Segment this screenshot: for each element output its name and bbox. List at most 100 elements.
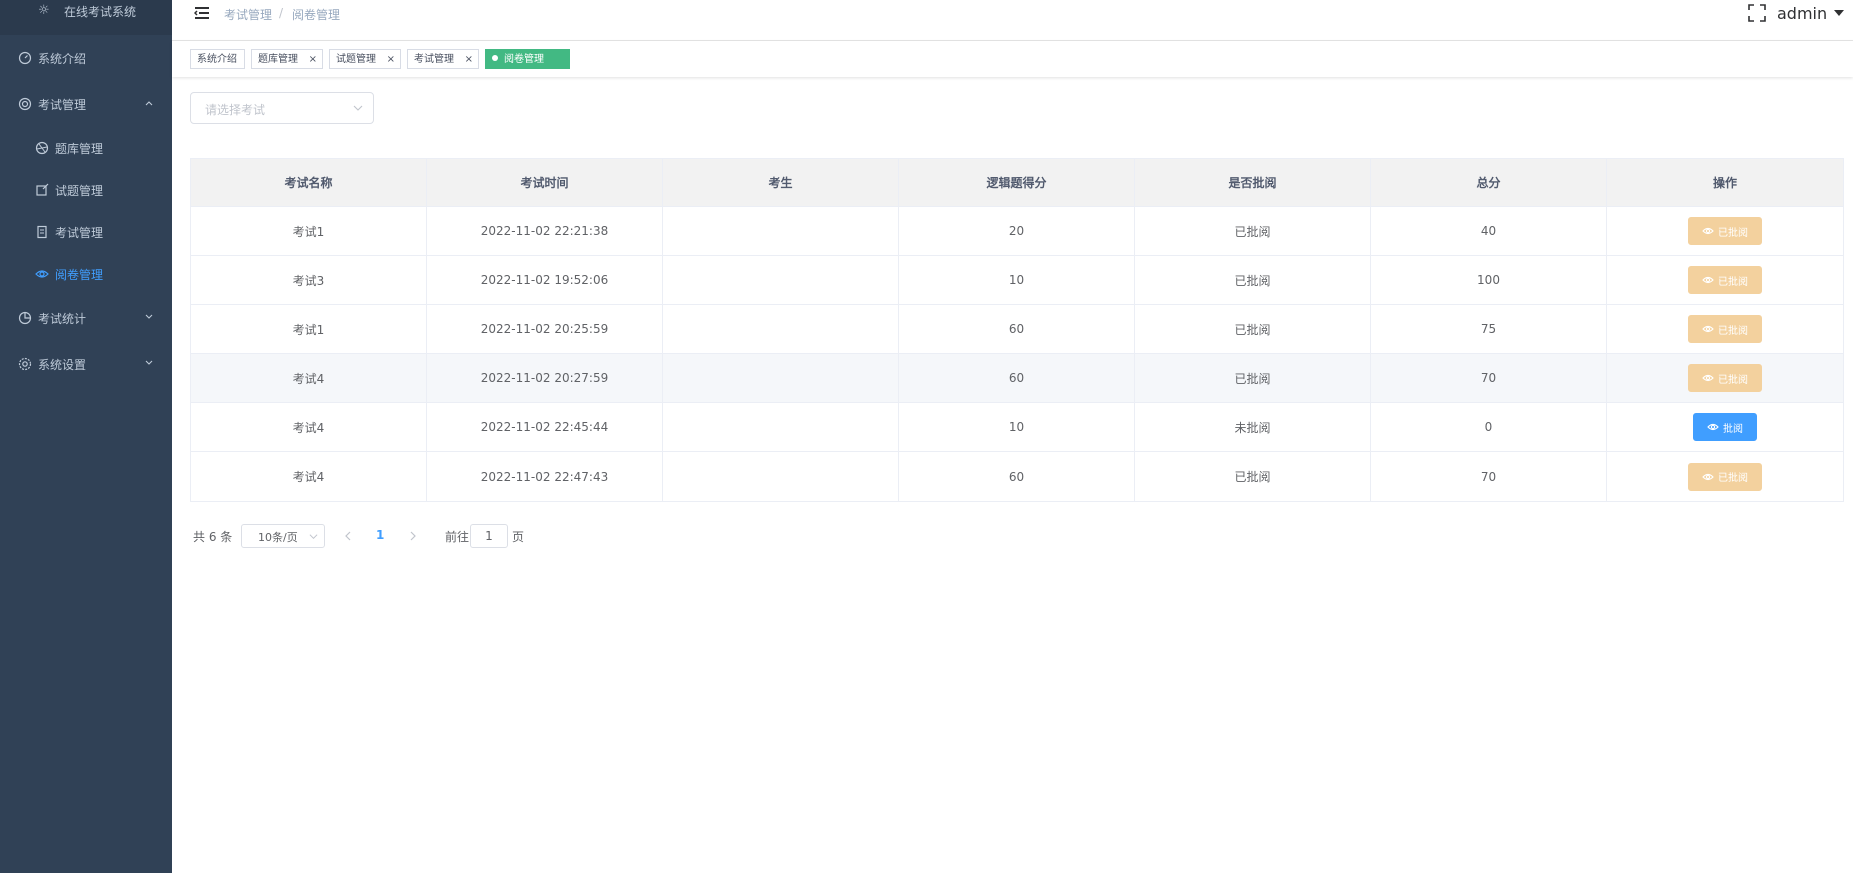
breadcrumb-item[interactable]: 考试管理	[224, 6, 272, 23]
review-status-cell: 已批阅	[1135, 452, 1371, 501]
tag-label: 系统介绍	[197, 54, 237, 65]
student-cell	[663, 207, 899, 255]
sidebar-logo[interactable]: ☼ 在线考试系统	[0, 0, 172, 35]
close-icon[interactable]: ×	[387, 50, 395, 70]
exam-time-cell: 2022-11-02 22:45:44	[427, 403, 663, 451]
table-row: 考试4 2022-11-02 20:27:59 60 已批阅 70 已批阅	[191, 354, 1843, 403]
tag-question-bank[interactable]: 题库管理 ×	[251, 49, 323, 69]
button-label: 已批阅	[1718, 276, 1748, 288]
total-score-cell: 100	[1371, 256, 1607, 304]
fullscreen-icon[interactable]	[1748, 4, 1766, 22]
reviewed-button[interactable]: 已批阅	[1688, 315, 1762, 343]
column-header: 是否批阅	[1135, 159, 1371, 206]
eye-icon	[1702, 276, 1714, 284]
sidebar-item-system-settings[interactable]: 系统设置	[0, 344, 172, 384]
page-size-value: 10条/页	[258, 531, 298, 544]
eye-icon	[1702, 227, 1714, 235]
eye-icon	[1702, 374, 1714, 382]
sidebar-item-label: 系统介绍	[38, 52, 87, 66]
page-suffix: 页	[512, 530, 525, 544]
button-label: 已批阅	[1718, 473, 1748, 484]
table-row: 考试4 2022-11-02 22:45:44 10 未批阅 0 批阅	[191, 403, 1843, 452]
button-label: 已批阅	[1718, 374, 1748, 386]
action-cell: 已批阅	[1607, 354, 1843, 402]
reviewed-button[interactable]: 已批阅	[1688, 364, 1762, 392]
student-cell	[663, 305, 899, 353]
page-number[interactable]: 1	[376, 528, 384, 542]
hamburger-icon[interactable]	[194, 5, 210, 21]
dashboard-icon	[18, 51, 32, 65]
sidebar-item-exam-statistics[interactable]: 考试统计	[0, 298, 172, 338]
table-row: 考试4 2022-11-02 22:47:43 60 已批阅 70 已批阅	[191, 452, 1843, 501]
button-label: 已批阅	[1718, 325, 1748, 337]
chevron-down-icon	[145, 360, 153, 365]
exam-name-cell: 考试3	[191, 256, 427, 304]
reviewed-button[interactable]: 已批阅	[1688, 217, 1762, 245]
close-icon[interactable]: ×	[309, 50, 317, 70]
breadcrumb-current: 阅卷管理	[292, 8, 341, 22]
lifebuoy-icon	[18, 97, 32, 111]
button-label: 已批阅	[1718, 227, 1748, 239]
tag-label: 阅卷管理	[504, 54, 544, 65]
sidebar-subitem-question-management[interactable]: 试题管理	[0, 170, 172, 210]
action-cell: 已批阅	[1607, 207, 1843, 255]
reviewed-button[interactable]: 已批阅	[1688, 266, 1762, 294]
exam-name-cell: 考试1	[191, 305, 427, 353]
next-page-icon[interactable]	[407, 530, 419, 542]
total-score-cell: 70	[1371, 354, 1607, 402]
sidebar: ☼ 在线考试系统 系统介绍 考试管理 题库管理 试题管理 考试管理 阅卷管理 考…	[0, 0, 172, 873]
sidebar-item-intro[interactable]: 系统介绍	[0, 38, 172, 78]
goto-page-input[interactable]: 1	[470, 524, 508, 548]
logic-score-cell: 60	[899, 305, 1135, 353]
close-icon[interactable]: ×	[465, 50, 473, 70]
sidebar-item-label: 考试管理	[38, 98, 87, 112]
sidebar-subitem-grading[interactable]: 阅卷管理	[0, 254, 172, 294]
logic-score-cell: 10	[899, 256, 1135, 304]
tags-view: 系统介绍 题库管理 × 试题管理 × 考试管理 × 阅卷管理	[172, 41, 1853, 77]
tag-label: 考试管理	[414, 54, 454, 65]
eye-icon	[1702, 473, 1714, 480]
review-button[interactable]: 批阅	[1693, 413, 1757, 441]
sidebar-item-exam-management[interactable]: 考试管理	[0, 84, 172, 124]
exam-select[interactable]: 请选择考试	[190, 92, 374, 124]
table-row: 考试3 2022-11-02 19:52:06 10 已批阅 100 已批阅	[191, 256, 1843, 305]
active-dot-icon	[492, 55, 498, 61]
total-score-cell: 40	[1371, 207, 1607, 255]
student-cell	[663, 452, 899, 501]
table-header: 考试名称 考试时间 考生 逻辑题得分 是否批阅 总分 操作	[191, 159, 1843, 207]
review-status-cell: 未批阅	[1135, 403, 1371, 451]
sidebar-item-label: 系统设置	[38, 358, 87, 372]
goto-label: 前往	[445, 530, 470, 544]
logic-score-cell: 60	[899, 452, 1135, 501]
chevron-down-icon	[353, 105, 363, 111]
tag-exam-management[interactable]: 考试管理 ×	[407, 49, 479, 69]
sidebar-subitem-question-bank[interactable]: 题库管理	[0, 128, 172, 168]
tag-question-management[interactable]: 试题管理 ×	[329, 49, 401, 69]
logic-score-cell: 10	[899, 403, 1135, 451]
chevron-down-icon	[309, 534, 318, 540]
pagination-total: 共 6 条	[193, 530, 233, 544]
column-header: 考试时间	[427, 159, 663, 206]
column-header: 操作	[1712, 176, 1737, 190]
caret-down-icon[interactable]	[1834, 10, 1844, 16]
sidebar-subitem-label: 题库管理	[55, 142, 104, 156]
sun-icon: ☼	[38, 3, 50, 18]
tag-grading[interactable]: 阅卷管理	[485, 49, 570, 69]
tag-system-intro[interactable]: 系统介绍	[190, 49, 245, 69]
user-menu[interactable]: admin	[1777, 4, 1827, 23]
page-size-select[interactable]: 10条/页	[241, 524, 325, 548]
total-score-cell: 0	[1371, 403, 1607, 451]
gear-icon	[18, 357, 32, 371]
total-score-cell: 75	[1371, 305, 1607, 353]
exam-name-cell: 考试4	[191, 452, 427, 501]
reviewed-button[interactable]: 已批阅	[1688, 462, 1762, 491]
sidebar-subitem-label: 考试管理	[55, 226, 104, 240]
eye-icon	[35, 270, 49, 278]
review-status-cell: 已批阅	[1135, 256, 1371, 304]
grading-table: 考试名称 考试时间 考生 逻辑题得分 是否批阅 总分 操作 考试1 2022-1…	[190, 158, 1844, 502]
sidebar-subitem-exam-management[interactable]: 考试管理	[0, 212, 172, 252]
prev-page-icon[interactable]	[342, 530, 354, 542]
review-status-cell: 已批阅	[1135, 207, 1371, 255]
column-header: 逻辑题得分	[899, 159, 1135, 206]
eye-icon	[1707, 423, 1719, 431]
